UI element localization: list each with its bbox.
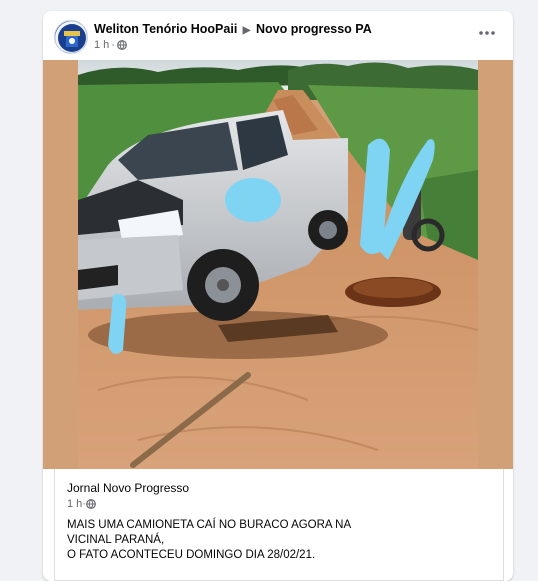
shared-meta: 1 h· xyxy=(67,498,96,512)
post-meta: 1 h · xyxy=(94,39,127,53)
post-card: Weliton Tenório HooPaii ▶ Novo progresso… xyxy=(43,11,513,581)
globe-icon xyxy=(86,499,96,512)
shared-post[interactable]: Jornal Novo Progresso 1 h· MAIS UMA CAMI… xyxy=(54,469,504,581)
shared-timestamp[interactable]: 1 h xyxy=(67,498,82,510)
avatar[interactable] xyxy=(54,20,88,54)
shared-text-line: O FATO ACONTECEU DOMINGO DIA 28/02/21. xyxy=(67,549,316,561)
post-photo[interactable] xyxy=(78,60,478,469)
post-timestamp[interactable]: 1 h xyxy=(94,39,109,51)
avatar-image xyxy=(55,21,87,53)
group-arrow-icon: ▶ xyxy=(242,25,251,36)
blur-patch xyxy=(225,178,281,222)
shared-source-name[interactable]: Jornal Novo Progresso xyxy=(67,481,189,495)
more-options-icon[interactable] xyxy=(476,26,498,40)
post-title: Weliton Tenório HooPaii ▶ Novo progresso… xyxy=(94,22,372,36)
group-name-link[interactable]: Novo progresso PA xyxy=(256,22,372,36)
shared-text-line: MAIS UMA CAMIONETA CAÍ NO BURACO AGORA N… xyxy=(67,519,352,531)
shared-text-line: VICINAL PARANÁ, xyxy=(67,534,165,546)
globe-icon xyxy=(117,40,127,53)
poster-name-link[interactable]: Weliton Tenório HooPaii xyxy=(94,22,237,36)
post-photo-frame[interactable] xyxy=(43,60,513,469)
shared-text: MAIS UMA CAMIONETA CAÍ NO BURACO AGORA N… xyxy=(67,518,351,563)
meta-separator: · xyxy=(111,39,115,51)
post-header: Weliton Tenório HooPaii ▶ Novo progresso… xyxy=(43,11,513,61)
